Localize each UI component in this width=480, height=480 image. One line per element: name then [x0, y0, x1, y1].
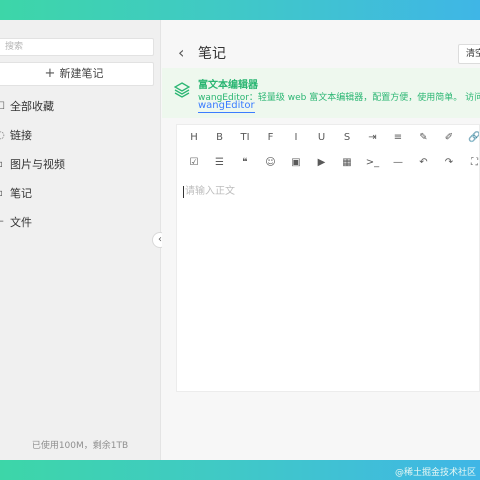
indent-icon[interactable]: ⇥ [366, 131, 380, 145]
underline-icon[interactable]: U [315, 131, 329, 145]
sidebar-item-notes[interactable]: ▫ 笔记 [0, 179, 160, 208]
sidebar-item-label: 图片与视频 [10, 158, 65, 171]
quote-icon[interactable]: ❝ [238, 156, 252, 170]
new-note-button[interactable]: + 新建笔记 [0, 62, 154, 86]
fullscreen-icon[interactable]: ⛶ [468, 156, 480, 170]
search-input[interactable]: 搜索 [0, 38, 154, 56]
video-icon[interactable]: ▶ [315, 156, 329, 170]
background-color-icon[interactable]: ✐ [442, 131, 456, 145]
sidebar-item-label: 文件 [10, 216, 32, 229]
font-size-icon[interactable]: TI [238, 131, 252, 145]
sidebar: 搜索 +新建笔记 ☐ 全部收藏 ◌ 链接 ▫ 图片与视频 ▫ 笔记 ⌐ [0, 20, 161, 460]
banner-title: 富文本编辑器 [198, 80, 258, 91]
divider-icon[interactable]: — [391, 156, 405, 170]
main-panel: ‹ 笔记 清空 富文本编辑器 wangEditor：轻量级 web 富文本编辑器… [162, 20, 480, 460]
star-icon: ☐ [0, 101, 5, 112]
app-window: 搜索 +新建笔记 ☐ 全部收藏 ◌ 链接 ▫ 图片与视频 ▫ 笔记 ⌐ [0, 20, 480, 460]
page-title: 笔记 [198, 46, 226, 62]
sidebar-item-label: 全部收藏 [10, 100, 54, 113]
sidebar-item-label: 笔记 [10, 187, 32, 200]
layers-icon [174, 82, 190, 98]
sidebar-item-label: 链接 [10, 129, 32, 142]
align-icon[interactable]: ☰ [213, 156, 227, 170]
wangeditor-link[interactable]: wangEditor [198, 100, 255, 113]
italic-icon[interactable]: I [289, 131, 303, 145]
heading-icon[interactable]: H [187, 131, 201, 145]
undo-icon[interactable]: ↶ [417, 156, 431, 170]
note-icon: ▫ [0, 179, 3, 208]
sidebar-item-favorites[interactable]: ☐ 全部收藏 [0, 92, 160, 121]
plus-icon: + [44, 66, 56, 81]
sidebar-nav: ☐ 全部收藏 ◌ 链接 ▫ 图片与视频 ▫ 笔记 ⌐ 文件 [0, 92, 160, 237]
line-height-icon[interactable]: ≡ [391, 131, 405, 145]
redo-icon[interactable]: ↷ [442, 156, 456, 170]
rich-text-editor[interactable]: H B TI F I U S ⇥ ≡ ✎ ✐ 🔗 ☑ ☰ ❝ ☺ ▣ ▶ ▦ >_ — ↶ ↷ ⛶ 请输入正文 [176, 124, 480, 392]
table-icon[interactable]: ▦ [340, 156, 354, 170]
sidebar-item-files[interactable]: ⌐ 文件 [0, 208, 160, 237]
editor-body[interactable]: 请输入正文 [183, 186, 235, 198]
editor-toolbar: H B TI F I U S ⇥ ≡ ✎ ✐ 🔗 ☑ ☰ ❝ ☺ ▣ ▶ ▦ >_ — ↶ ↷ ⛶ [177, 125, 480, 181]
sidebar-item-media[interactable]: ▫ 图片与视频 [0, 150, 160, 179]
bold-icon[interactable]: B [213, 131, 227, 145]
emoji-icon[interactable]: ☺ [264, 156, 278, 170]
image-icon: ▫ [0, 150, 3, 179]
link-icon: ◌ [0, 130, 5, 141]
editor-info-banner: 富文本编辑器 wangEditor：轻量级 web 富文本编辑器，配置方便，使用… [162, 68, 480, 118]
storage-status: 已使用100M，剩余1TB [31, 441, 129, 451]
todo-icon[interactable]: ☑ [187, 156, 201, 170]
watermark: @稀土掘金技术社区 [394, 468, 476, 478]
font-family-icon[interactable]: F [264, 131, 278, 145]
link-icon[interactable]: 🔗 [468, 131, 479, 145]
font-color-icon[interactable]: ✎ [417, 131, 431, 145]
clear-button[interactable]: 清空 [458, 44, 480, 64]
sidebar-item-links[interactable]: ◌ 链接 [0, 121, 160, 150]
chevron-left-icon: ‹ [178, 43, 185, 62]
back-button[interactable]: ‹ [178, 45, 184, 61]
code-icon[interactable]: >_ [366, 156, 380, 170]
strikethrough-icon[interactable]: S [340, 131, 354, 145]
image-icon[interactable]: ▣ [289, 156, 303, 170]
file-icon: ⌐ [0, 217, 5, 228]
new-note-label: 新建笔记 [59, 67, 104, 80]
